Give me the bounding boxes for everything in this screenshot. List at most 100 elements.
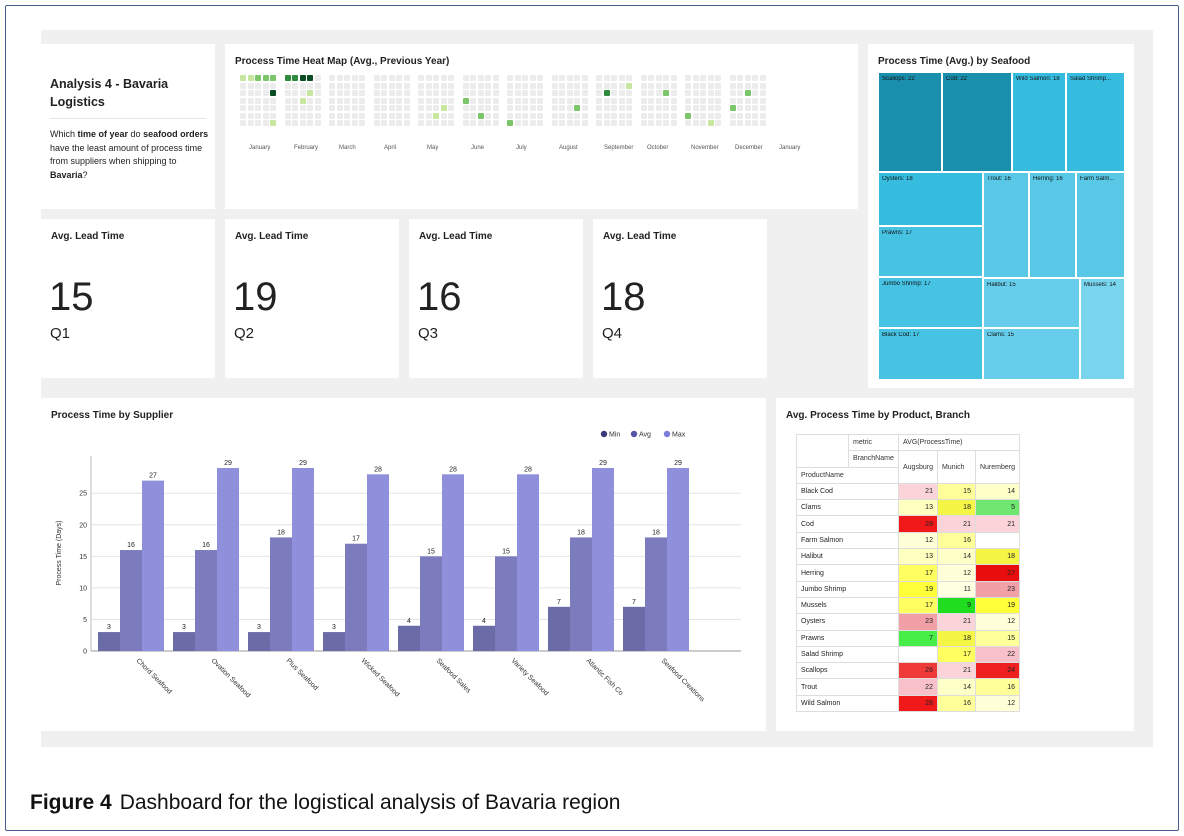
heatmap-cell[interactable]: [551, 120, 558, 126]
heatmap-cell[interactable]: [655, 105, 662, 111]
heatmap-cell[interactable]: [373, 90, 380, 96]
heatmap-cell[interactable]: [551, 97, 558, 104]
heatmap-cell[interactable]: [759, 120, 766, 126]
heatmap-cell[interactable]: [403, 105, 410, 111]
heatmap-cell[interactable]: [477, 75, 484, 81]
heatmap-cell[interactable]: [477, 112, 484, 119]
heatmap-cell[interactable]: [759, 75, 766, 81]
heatmap-cell[interactable]: [759, 82, 766, 89]
heatmap-cell[interactable]: [729, 90, 736, 96]
heatmap-cell[interactable]: [381, 120, 387, 126]
heatmap-cell[interactable]: [529, 90, 536, 96]
heatmap-cell[interactable]: [314, 120, 321, 126]
heatmap-cell[interactable]: [692, 97, 699, 104]
heatmap-cell[interactable]: [707, 112, 714, 119]
heatmap-cell[interactable]: [537, 97, 543, 104]
heatmap-cell[interactable]: [759, 90, 766, 96]
heatmap-cell[interactable]: [462, 75, 469, 81]
heatmap-cell[interactable]: [307, 112, 313, 119]
heatmap-cell[interactable]: [388, 75, 395, 81]
heatmap-cell[interactable]: [700, 75, 706, 81]
heatmap-cell[interactable]: [559, 120, 565, 126]
heatmap-cell[interactable]: [396, 97, 402, 104]
heatmap-cell[interactable]: [255, 120, 261, 126]
heatmap-cell[interactable]: [448, 82, 454, 89]
heatmap-cell[interactable]: [485, 112, 491, 119]
heatmap-cell[interactable]: [440, 112, 447, 119]
heatmap-cell[interactable]: [462, 90, 469, 96]
heatmap-cell[interactable]: [640, 97, 647, 104]
heatmap-cell[interactable]: [737, 120, 743, 126]
heatmap-cell[interactable]: [752, 90, 758, 96]
bar-max[interactable]: [592, 468, 614, 651]
heatmap-cell[interactable]: [299, 97, 306, 104]
heatmap-cell[interactable]: [729, 97, 736, 104]
heatmap-cell[interactable]: [685, 75, 691, 81]
heatmap-cell[interactable]: [618, 112, 625, 119]
heatmap-cell[interactable]: [737, 75, 743, 81]
heatmap-cell[interactable]: [663, 112, 669, 119]
heatmap-cell[interactable]: [648, 112, 654, 119]
heatmap-cell[interactable]: [336, 90, 343, 96]
heatmap-cell[interactable]: [485, 120, 491, 126]
heatmap-cell[interactable]: [388, 120, 395, 126]
heatmap-cell[interactable]: [448, 120, 454, 126]
heatmap-cell[interactable]: [284, 105, 291, 111]
heatmap-cell[interactable]: [396, 82, 402, 89]
heatmap-cell[interactable]: [351, 90, 358, 96]
heatmap-cell[interactable]: [388, 105, 395, 111]
heatmap-cell[interactable]: [336, 97, 343, 104]
heatmap-cell[interactable]: [581, 105, 588, 111]
heatmap-cell[interactable]: [551, 82, 558, 89]
heatmap-cell[interactable]: [381, 82, 387, 89]
heatmap-cell[interactable]: [403, 75, 410, 81]
heatmap-cell[interactable]: [314, 97, 321, 104]
heatmap-cell[interactable]: [307, 105, 313, 111]
heatmap-cell[interactable]: [425, 75, 432, 81]
heatmap-cell[interactable]: [648, 120, 654, 126]
heatmap-cell[interactable]: [388, 82, 395, 89]
heatmap-cell[interactable]: [574, 120, 580, 126]
treemap-tile[interactable]: Oysters: 18: [878, 172, 983, 226]
heatmap-cell[interactable]: [314, 105, 321, 111]
heatmap-cell[interactable]: [507, 82, 513, 89]
heatmap-cell[interactable]: [433, 75, 439, 81]
heatmap-cell[interactable]: [529, 105, 536, 111]
heatmap-cell[interactable]: [685, 82, 691, 89]
heatmap-cell[interactable]: [581, 82, 588, 89]
heatmap-cell[interactable]: [329, 90, 335, 96]
heatmap-cell[interactable]: [715, 105, 721, 111]
heatmap-cell[interactable]: [574, 82, 580, 89]
heatmap-cell[interactable]: [559, 112, 565, 119]
heatmap-cell[interactable]: [492, 120, 499, 126]
bar-min[interactable]: [98, 632, 120, 651]
bar-max[interactable]: [442, 474, 464, 651]
heatmap-cell[interactable]: [522, 90, 528, 96]
heatmap-cell[interactable]: [262, 82, 269, 89]
heatmap-cell[interactable]: [440, 105, 447, 111]
heatmap-cell[interactable]: [403, 90, 410, 96]
heatmap-cell[interactable]: [433, 90, 439, 96]
heatmap-cell[interactable]: [640, 90, 647, 96]
heatmap-cell[interactable]: [522, 82, 528, 89]
heatmap-cell[interactable]: [448, 97, 454, 104]
heatmap-cell[interactable]: [351, 105, 358, 111]
heatmap-cell[interactable]: [715, 112, 721, 119]
heatmap-cell[interactable]: [448, 112, 454, 119]
heatmap-cell[interactable]: [470, 120, 476, 126]
branch-header[interactable]: Augsburg: [898, 450, 938, 484]
heatmap-cell[interactable]: [626, 105, 632, 111]
heatmap-cell[interactable]: [529, 97, 536, 104]
heatmap-cell[interactable]: [240, 112, 246, 119]
bar-max[interactable]: [292, 468, 314, 651]
heatmap-cell[interactable]: [359, 105, 365, 111]
treemap-tile[interactable]: Black Cod: 17: [878, 328, 983, 380]
heatmap-cell[interactable]: [262, 90, 269, 96]
heatmap-cell[interactable]: [240, 120, 246, 126]
heatmap-cell[interactable]: [284, 90, 291, 96]
heatmap-cell[interactable]: [299, 120, 306, 126]
heatmap-cell[interactable]: [351, 75, 358, 81]
heatmap-cell[interactable]: [551, 112, 558, 119]
heatmap-cell[interactable]: [425, 112, 432, 119]
heatmap-cell[interactable]: [388, 112, 395, 119]
